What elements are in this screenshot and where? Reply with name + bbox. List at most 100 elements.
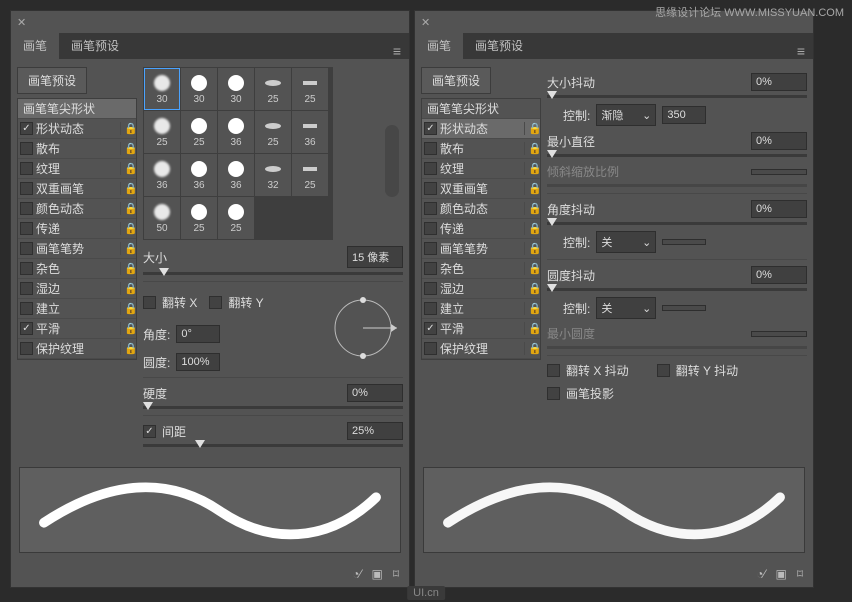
lock-icon[interactable]: 🔒 <box>120 242 134 255</box>
option-checkbox[interactable] <box>424 282 437 295</box>
flip-y-jitter-checkbox[interactable] <box>657 364 670 377</box>
brush-tip-shape[interactable]: 画笔笔尖形状 <box>18 99 136 119</box>
option-传递[interactable]: 传递🔒 <box>18 219 136 239</box>
option-保护纹理[interactable]: 保护纹理🔒 <box>422 339 540 359</box>
option-散布[interactable]: 散布🔒 <box>422 139 540 159</box>
size-jitter-slider[interactable] <box>547 95 807 98</box>
lock-icon[interactable]: 🔒 <box>524 182 538 195</box>
scrollbar[interactable] <box>385 125 399 197</box>
control-select-off[interactable]: 关⌄ <box>596 231 656 253</box>
trash-icon[interactable]: ⌑ <box>797 567 803 581</box>
roundness-jitter-input[interactable]: 0% <box>751 266 807 284</box>
option-checkbox[interactable] <box>424 222 437 235</box>
brush-thumb[interactable]: 25 <box>181 111 217 153</box>
option-checkbox[interactable] <box>20 162 33 175</box>
angle-jitter-slider[interactable] <box>547 222 807 225</box>
option-checkbox[interactable]: ✓ <box>424 122 437 135</box>
brush-thumb[interactable]: 25 <box>255 68 291 110</box>
option-checkbox[interactable] <box>20 142 33 155</box>
lock-icon[interactable]: 🔒 <box>120 182 134 195</box>
option-checkbox[interactable]: ✓ <box>20 122 33 135</box>
spacing-slider[interactable] <box>143 444 403 447</box>
roundness-input[interactable]: 100% <box>176 353 220 371</box>
min-diameter-input[interactable]: 0% <box>751 132 807 150</box>
close-icon[interactable]: ✕ <box>17 16 26 29</box>
tab-brush[interactable]: 画笔 <box>415 32 463 59</box>
option-checkbox[interactable] <box>424 302 437 315</box>
lock-icon[interactable]: 🔒 <box>120 262 134 275</box>
roundness-jitter-slider[interactable] <box>547 288 807 291</box>
option-双重画笔[interactable]: 双重画笔🔒 <box>18 179 136 199</box>
option-颜色动态[interactable]: 颜色动态🔒 <box>18 199 136 219</box>
control-select-off[interactable]: 关⌄ <box>596 297 656 319</box>
option-checkbox[interactable] <box>424 202 437 215</box>
lock-icon[interactable]: 🔒 <box>120 122 134 135</box>
option-平滑[interactable]: ✓平滑🔒 <box>422 319 540 339</box>
trash-icon[interactable]: ⌑ <box>393 567 399 581</box>
option-checkbox[interactable] <box>20 222 33 235</box>
close-icon[interactable]: ✕ <box>421 16 430 29</box>
option-checkbox[interactable]: ✓ <box>20 322 33 335</box>
fade-steps-input[interactable]: 350 <box>662 106 706 124</box>
lock-icon[interactable]: 🔒 <box>120 302 134 315</box>
lock-icon[interactable]: 🔒 <box>524 262 538 275</box>
lock-icon[interactable]: 🔒 <box>524 122 538 135</box>
brush-thumb[interactable]: 50 <box>144 197 180 239</box>
angle-jitter-input[interactable]: 0% <box>751 200 807 218</box>
option-平滑[interactable]: ✓平滑🔒 <box>18 319 136 339</box>
lock-icon[interactable]: 🔒 <box>524 302 538 315</box>
tab-brush[interactable]: 画笔 <box>11 32 59 59</box>
new-preset-icon[interactable]: ▣ <box>371 567 382 581</box>
lock-icon[interactable]: 🔒 <box>524 222 538 235</box>
brush-thumb[interactable]: 36 <box>218 154 254 196</box>
option-杂色[interactable]: 杂色🔒 <box>18 259 136 279</box>
spacing-checkbox[interactable]: ✓ <box>143 425 156 438</box>
lock-icon[interactable]: 🔒 <box>524 202 538 215</box>
brush-thumb[interactable]: 36 <box>218 111 254 153</box>
option-checkbox[interactable] <box>424 262 437 275</box>
brush-thumb[interactable]: 36 <box>181 154 217 196</box>
flip-x-jitter-checkbox[interactable] <box>547 364 560 377</box>
brush-thumb[interactable]: 36 <box>292 111 328 153</box>
option-checkbox[interactable]: ✓ <box>424 322 437 335</box>
flip-x-checkbox[interactable] <box>143 296 156 309</box>
brush-thumb[interactable]: 30 <box>218 68 254 110</box>
option-checkbox[interactable] <box>20 182 33 195</box>
option-checkbox[interactable] <box>20 262 33 275</box>
option-画笔笔势[interactable]: 画笔笔势🔒 <box>18 239 136 259</box>
option-杂色[interactable]: 杂色🔒 <box>422 259 540 279</box>
lock-icon[interactable]: 🔒 <box>120 202 134 215</box>
size-jitter-input[interactable]: 0% <box>751 73 807 91</box>
option-checkbox[interactable] <box>20 282 33 295</box>
toggle-preview-icon[interactable]: ◔⁄ <box>756 567 765 581</box>
brush-presets-button[interactable]: 画笔预设 <box>17 67 87 94</box>
option-形状动态[interactable]: ✓形状动态🔒 <box>18 119 136 139</box>
brush-thumb[interactable]: 32 <box>255 154 291 196</box>
lock-icon[interactable]: 🔒 <box>120 342 134 355</box>
brush-thumb[interactable]: 30 <box>144 68 180 110</box>
flip-y-checkbox[interactable] <box>209 296 222 309</box>
angle-roundness-widget[interactable] <box>323 288 403 368</box>
tab-brush-presets[interactable]: 画笔预设 <box>59 32 131 59</box>
lock-icon[interactable]: 🔒 <box>120 282 134 295</box>
lock-icon[interactable]: 🔒 <box>120 322 134 335</box>
panel-menu-icon[interactable]: ≡ <box>797 43 805 59</box>
brush-thumb[interactable]: 25 <box>218 197 254 239</box>
size-slider[interactable] <box>143 272 403 275</box>
hardness-slider[interactable] <box>143 406 403 409</box>
lock-icon[interactable]: 🔒 <box>524 342 538 355</box>
option-纹理[interactable]: 纹理🔒 <box>422 159 540 179</box>
option-checkbox[interactable] <box>20 242 33 255</box>
option-双重画笔[interactable]: 双重画笔🔒 <box>422 179 540 199</box>
option-纹理[interactable]: 纹理🔒 <box>18 159 136 179</box>
option-颜色动态[interactable]: 颜色动态🔒 <box>422 199 540 219</box>
min-diameter-slider[interactable] <box>547 154 807 157</box>
spacing-input[interactable]: 25% <box>347 422 403 440</box>
brush-thumb[interactable]: 25 <box>181 197 217 239</box>
option-checkbox[interactable] <box>424 342 437 355</box>
brush-thumb[interactable]: 36 <box>144 154 180 196</box>
toggle-preview-icon[interactable]: ◔⁄ <box>352 567 361 581</box>
brush-tip-shape[interactable]: 画笔笔尖形状 <box>422 99 540 119</box>
option-checkbox[interactable] <box>20 342 33 355</box>
option-checkbox[interactable] <box>424 182 437 195</box>
